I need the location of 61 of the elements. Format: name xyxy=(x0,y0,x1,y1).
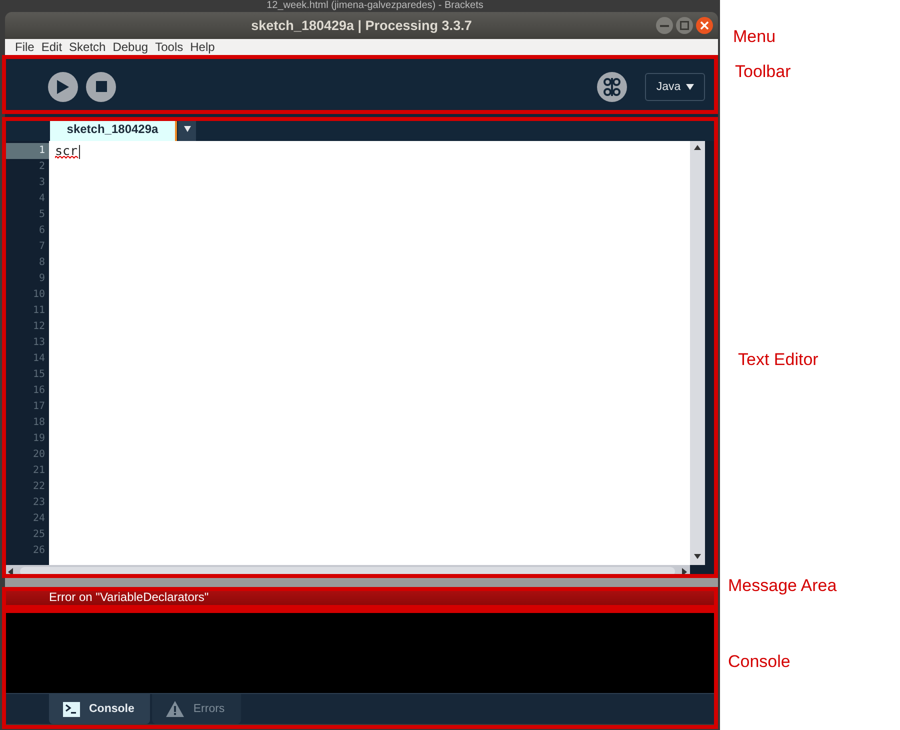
minimize-button[interactable] xyxy=(656,17,673,34)
close-button[interactable] xyxy=(696,17,713,34)
line-number: 26 xyxy=(32,544,46,558)
maximize-icon xyxy=(680,21,689,30)
menu-item[interactable]: File xyxy=(15,39,34,55)
line-number: 25 xyxy=(32,528,46,542)
text-cursor xyxy=(79,144,80,159)
menu-item[interactable]: Tools xyxy=(155,39,184,55)
line-number: 11 xyxy=(32,304,46,318)
line-number: 7 xyxy=(38,240,46,254)
warning-icon xyxy=(166,701,184,717)
line-number: 4 xyxy=(38,192,46,206)
line-number: 9 xyxy=(38,272,46,286)
line-number: 18 xyxy=(32,416,46,430)
line-number: 16 xyxy=(32,384,46,398)
line-number: 19 xyxy=(32,432,46,446)
window-title: sketch_180429a | Processing 3.3.7 xyxy=(250,18,473,33)
butterfly-icon xyxy=(603,76,621,96)
background-window-title: 12_week.html (jimena-galvezparedes) - Brackets xyxy=(266,0,484,11)
line-number: 15 xyxy=(32,368,46,382)
menu-item[interactable]: Help xyxy=(190,39,215,55)
terminal-icon xyxy=(63,702,80,716)
minimize-icon xyxy=(660,24,669,26)
error-message: Error on "VariableDeclarators" xyxy=(49,590,209,604)
vertical-scrollbar[interactable] xyxy=(690,141,705,565)
line-number: 12 xyxy=(32,320,46,334)
line-number: 21 xyxy=(32,464,46,478)
caret-icon xyxy=(686,84,694,90)
line-number: 1 xyxy=(5,143,49,159)
line-number: 22 xyxy=(32,480,46,494)
console-tab[interactable]: Errors xyxy=(152,694,241,724)
line-number: 10 xyxy=(32,288,46,302)
line-number: 2 xyxy=(38,160,46,174)
line-number: 20 xyxy=(32,448,46,462)
menu-item[interactable]: Edit xyxy=(41,39,62,55)
line-number: 5 xyxy=(38,208,46,222)
caret-icon xyxy=(184,126,190,132)
line-number: 17 xyxy=(32,400,46,414)
annotation-label: Console xyxy=(728,652,790,672)
line-number: 6 xyxy=(38,224,46,238)
line-number: 3 xyxy=(38,176,46,190)
annotation-label: Message Area xyxy=(728,576,837,596)
line-number: 23 xyxy=(32,496,46,510)
menu-item[interactable]: Debug xyxy=(112,39,148,55)
stop-icon xyxy=(96,81,106,92)
debug-button[interactable] xyxy=(597,72,627,102)
line-number: 13 xyxy=(32,336,46,350)
line-number: 14 xyxy=(32,352,46,366)
line-number: 24 xyxy=(32,512,46,526)
console-tab[interactable]: Console xyxy=(49,694,150,724)
stop-button[interactable] xyxy=(86,72,116,102)
annotation-label: Toolbar xyxy=(735,62,791,82)
line-number: 8 xyxy=(38,256,46,270)
play-icon xyxy=(57,80,69,94)
close-icon xyxy=(700,21,709,30)
code-line: scr xyxy=(55,143,78,159)
annotation-label: Menu xyxy=(733,27,776,47)
mode-dropdown[interactable]: Java xyxy=(645,72,705,100)
run-button[interactable] xyxy=(48,72,78,102)
menu-item[interactable]: Sketch xyxy=(69,39,106,55)
annotation-label: Text Editor xyxy=(738,350,818,370)
